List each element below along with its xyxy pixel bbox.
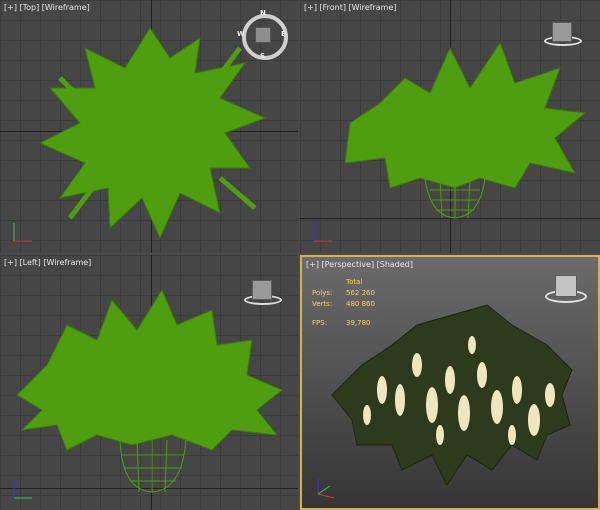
- fps-value: 39,780: [346, 319, 371, 327]
- axis-tripod-icon: [313, 223, 332, 242]
- compass-north: N: [260, 9, 266, 17]
- shading-mode-button[interactable]: [Shaded]: [377, 260, 413, 269]
- verts-label: Verts:: [312, 300, 333, 308]
- view-name-button[interactable]: [Top]: [20, 3, 40, 12]
- viewport-grid: [+] [Top] [Wireframe] N S E W [+] [Front…: [0, 0, 600, 510]
- polys-value: 562 260: [346, 289, 375, 297]
- viewcube-compass[interactable]: N S E W: [237, 9, 288, 60]
- viewport-left[interactable]: [+] [Left] [Wireframe]: [0, 255, 298, 510]
- verts-value: 480 860: [346, 300, 375, 308]
- fps-label: FPS:: [312, 319, 328, 327]
- viewport-left-label: [+] [Left] [Wireframe]: [4, 258, 91, 267]
- view-name-button[interactable]: [Perspective]: [322, 260, 375, 269]
- axis-tripod-icon: [13, 223, 32, 242]
- viewport-perspective[interactable]: [+] [Perspective] [Shaded] Total Polys: 5…: [300, 255, 600, 510]
- viewport-perspective-label: [+] [Perspective] [Shaded]: [306, 260, 413, 269]
- viewport-front[interactable]: [+] [Front] [Wireframe]: [300, 0, 600, 253]
- compass-east: E: [281, 30, 286, 38]
- viewport-menu-button[interactable]: [+]: [4, 3, 17, 12]
- viewport-menu-button[interactable]: [+]: [304, 3, 317, 12]
- shading-mode-button[interactable]: [Wireframe]: [42, 3, 90, 12]
- view-name-button[interactable]: [Front]: [320, 3, 346, 12]
- plant-wireframe-left: [16, 288, 283, 493]
- viewport-menu-button[interactable]: [+]: [4, 258, 17, 267]
- viewcube-icon[interactable]: [555, 275, 577, 297]
- axis-tripod-icon: [317, 478, 335, 499]
- viewcube-icon[interactable]: [255, 27, 271, 43]
- polys-label: Polys:: [312, 289, 333, 297]
- viewcube-icon[interactable]: [552, 22, 572, 42]
- viewport-top-label: [+] [Top] [Wireframe]: [4, 3, 90, 12]
- plant-wireframe-top: [38, 27, 267, 240]
- shading-mode-button[interactable]: [Wireframe]: [349, 3, 397, 12]
- shading-mode-button[interactable]: [Wireframe]: [43, 258, 91, 267]
- viewport-menu-button[interactable]: [+]: [306, 260, 319, 269]
- stats-header: Total: [346, 278, 363, 286]
- view-name-button[interactable]: [Left]: [20, 258, 41, 267]
- axis-tripod-icon: [13, 480, 32, 499]
- compass-south: S: [260, 52, 266, 60]
- viewcube-icon[interactable]: [252, 280, 272, 300]
- statistics-overlay: Total Polys: 562 260 Verts: 480 860 FPS: 39…: [312, 277, 375, 329]
- plant-wireframe-front: [344, 41, 587, 219]
- compass-west: W: [237, 30, 245, 38]
- viewport-top[interactable]: [+] [Top] [Wireframe] N S E W: [0, 0, 298, 253]
- viewport-front-label: [+] [Front] [Wireframe]: [304, 3, 397, 12]
